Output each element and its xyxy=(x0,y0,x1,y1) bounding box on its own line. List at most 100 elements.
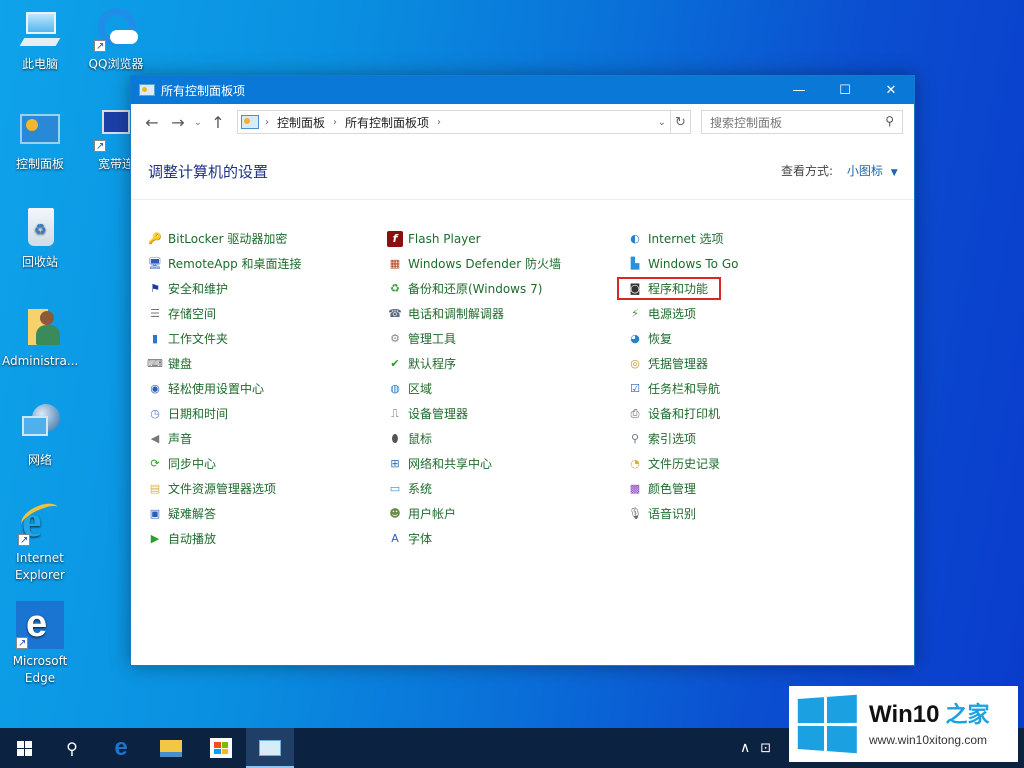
control-panel-item[interactable]: 🖥 RemoteApp 和桌面连接 xyxy=(147,251,387,276)
item-label: 日期和时间 xyxy=(168,407,229,421)
control-panel-item[interactable]: ▩ 颜色管理 xyxy=(627,476,867,501)
forward-button[interactable]: → xyxy=(165,109,191,135)
control-panel-item[interactable]: ✔ 默认程序 xyxy=(387,351,627,376)
search-input[interactable]: 搜索控制面板 ⚲ xyxy=(701,110,903,134)
watermark-brand: Win10 xyxy=(869,701,940,728)
control-panel-item[interactable]: ◀ 声音 xyxy=(147,426,387,451)
item-label: Windows To Go xyxy=(648,256,739,271)
item-label: 用户帐户 xyxy=(408,507,457,521)
search-icon[interactable]: ⚲ xyxy=(885,114,894,128)
control-panel-item[interactable]: ⚡ 电源选项 xyxy=(627,301,867,326)
control-panel-item[interactable]: ▙ Windows To Go xyxy=(627,251,867,276)
title-bar[interactable]: 所有控制面板项 — ☐ ✕ xyxy=(131,76,914,104)
flash-icon: f xyxy=(387,230,403,247)
control-panel-item[interactable]: f Flash Player xyxy=(387,226,627,251)
view-by-dropdown[interactable]: 小图标 xyxy=(847,164,883,178)
breadcrumb-all-items[interactable]: 所有控制面板项 xyxy=(345,114,429,131)
search-placeholder: 搜索控制面板 xyxy=(710,115,783,130)
start-button[interactable] xyxy=(0,728,48,768)
desktop-icon-label: Internet Explorer xyxy=(15,551,65,582)
view-by-selector: 查看方式: 小图标 ▼ xyxy=(781,162,898,179)
control-panel-icon xyxy=(241,115,259,129)
caret-down-icon[interactable]: ▼ xyxy=(891,168,898,178)
file-history-icon: ◔ xyxy=(630,457,640,470)
control-panel-item[interactable]: ☑ 任务栏和导航 xyxy=(627,376,867,401)
desktop-icon-label: QQ浏览器 xyxy=(88,57,144,71)
desktop-icon-network[interactable]: 网络 xyxy=(2,404,78,469)
control-panel-item[interactable]: ⟳ 同步中心 xyxy=(147,451,387,476)
control-panel-item[interactable]: ◷ 日期和时间 xyxy=(147,401,387,426)
minimize-button[interactable]: — xyxy=(776,76,822,104)
breadcrumb-control-panel[interactable]: 控制面板 xyxy=(277,114,325,131)
chevron-right-icon[interactable]: › xyxy=(437,117,441,128)
control-panel-item[interactable]: ☰ 存储空间 xyxy=(147,301,387,326)
control-panel-item[interactable]: ⊞ 网络和共享中心 xyxy=(387,451,627,476)
control-panel-item[interactable]: ♻ 备份和还原(Windows 7) xyxy=(387,276,627,301)
taskbar-file-explorer[interactable] xyxy=(146,728,196,768)
desktop-icon-internet-explorer[interactable]: e Internet Explorer xyxy=(2,498,78,584)
item-label: 轻松使用设置中心 xyxy=(168,382,265,396)
network-sharing-icon: ⊞ xyxy=(390,457,400,470)
control-panel-item[interactable]: ▦ Windows Defender 防火墙 xyxy=(387,251,627,276)
control-panel-item[interactable]: ◉ 轻松使用设置中心 xyxy=(147,376,387,401)
control-panel-item[interactable]: ▶ 自动播放 xyxy=(147,526,387,551)
item-label: 安全和维护 xyxy=(168,282,229,296)
control-panel-item[interactable]: ⚙ 管理工具 xyxy=(387,326,627,351)
close-button[interactable]: ✕ xyxy=(868,76,914,104)
printer-icon: ⎙ xyxy=(630,406,640,420)
desktop-icon-administrator[interactable]: Administra... xyxy=(2,305,78,370)
control-panel-item[interactable]: ▮ 工作文件夹 xyxy=(147,326,387,351)
watermark-brand-cn: 之家 xyxy=(945,702,990,727)
control-panel-item[interactable]: ▤ 文件资源管理器选项 xyxy=(147,476,387,501)
control-panel-item[interactable]: 🎙 语音识别 xyxy=(627,501,867,526)
item-label: 疑难解答 xyxy=(168,507,217,521)
desktop-icon-recycle-bin[interactable]: ♻ 回收站 xyxy=(2,206,78,271)
desktop-icon-label: 网络 xyxy=(27,453,52,467)
control-panel-item[interactable]: ▣ 疑难解答 xyxy=(147,501,387,526)
control-panel-item[interactable]: ⚑ 安全和维护 xyxy=(147,276,387,301)
control-panel-item[interactable]: ⚲ 索引选项 xyxy=(627,426,867,451)
control-panel-item[interactable]: ⬮ 鼠标 xyxy=(387,426,627,451)
chevron-right-icon[interactable]: › xyxy=(333,117,337,128)
item-label: Internet 选项 xyxy=(648,232,724,246)
control-panel-item[interactable]: ⎙ 设备和打印机 xyxy=(627,401,867,426)
control-panel-item[interactable]: ⎍ 设备管理器 xyxy=(387,401,627,426)
desktop-icon-this-pc[interactable]: 此电脑 xyxy=(2,8,78,73)
desktop-icon-control-panel[interactable]: 控制面板 xyxy=(2,108,78,173)
control-panel-item[interactable]: ◎ 凭据管理器 xyxy=(627,351,867,376)
watermark-url: www.win10xitong.com xyxy=(869,733,988,747)
control-panel-item[interactable]: ☎ 电话和调制解调器 xyxy=(387,301,627,326)
control-panel-item[interactable]: ▭ 系统 xyxy=(387,476,627,501)
chevron-right-icon[interactable]: › xyxy=(265,117,269,128)
control-panel-item[interactable]: ☻ 用户帐户 xyxy=(387,501,627,526)
recent-locations-button[interactable]: ⌄ xyxy=(191,109,205,135)
back-button[interactable]: ← xyxy=(139,109,165,135)
item-label: 鼠标 xyxy=(408,432,433,446)
up-button[interactable]: ↑ xyxy=(205,109,231,135)
computer-icon xyxy=(18,8,62,52)
control-panel-item[interactable]: ◐ Internet 选项 xyxy=(627,226,867,251)
clock-icon: ◷ xyxy=(150,407,160,420)
user-folder-icon xyxy=(18,305,62,349)
search-button[interactable]: ⚲ xyxy=(48,728,96,768)
control-panel-item[interactable]: ◔ 文件历史记录 xyxy=(627,451,867,476)
network-tray-icon[interactable]: ⊡ xyxy=(760,741,771,756)
show-hidden-icons-button[interactable]: ∧ xyxy=(740,740,750,756)
control-panel-item[interactable]: A 字体 xyxy=(387,526,627,551)
taskbar-edge[interactable]: e xyxy=(96,728,146,768)
folder-icon xyxy=(160,739,182,757)
taskbar-store[interactable] xyxy=(196,728,246,768)
control-panel-item[interactable]: ◕ 恢复 xyxy=(627,326,867,351)
maximize-button[interactable]: ☐ xyxy=(822,76,868,104)
bitlocker-icon: 🔑 xyxy=(148,232,162,245)
control-panel-item[interactable]: 🔑 BitLocker 驱动器加密 xyxy=(147,226,387,251)
desktop-icon-qq-browser[interactable]: QQ浏览器 xyxy=(78,8,154,73)
address-dropdown-icon[interactable]: ⌄ xyxy=(658,117,666,128)
user-accounts-icon: ☻ xyxy=(389,507,401,520)
refresh-button[interactable]: ↻ xyxy=(671,110,691,134)
control-panel-item[interactable]: ◍ 区域 xyxy=(387,376,627,401)
address-bar[interactable]: › 控制面板 › 所有控制面板项 › ⌄ xyxy=(237,110,671,134)
taskbar-control-panel[interactable] xyxy=(246,728,294,768)
control-panel-item[interactable]: ⌨ 键盘 xyxy=(147,351,387,376)
desktop-icon-microsoft-edge[interactable]: e Microsoft Edge xyxy=(2,601,78,687)
